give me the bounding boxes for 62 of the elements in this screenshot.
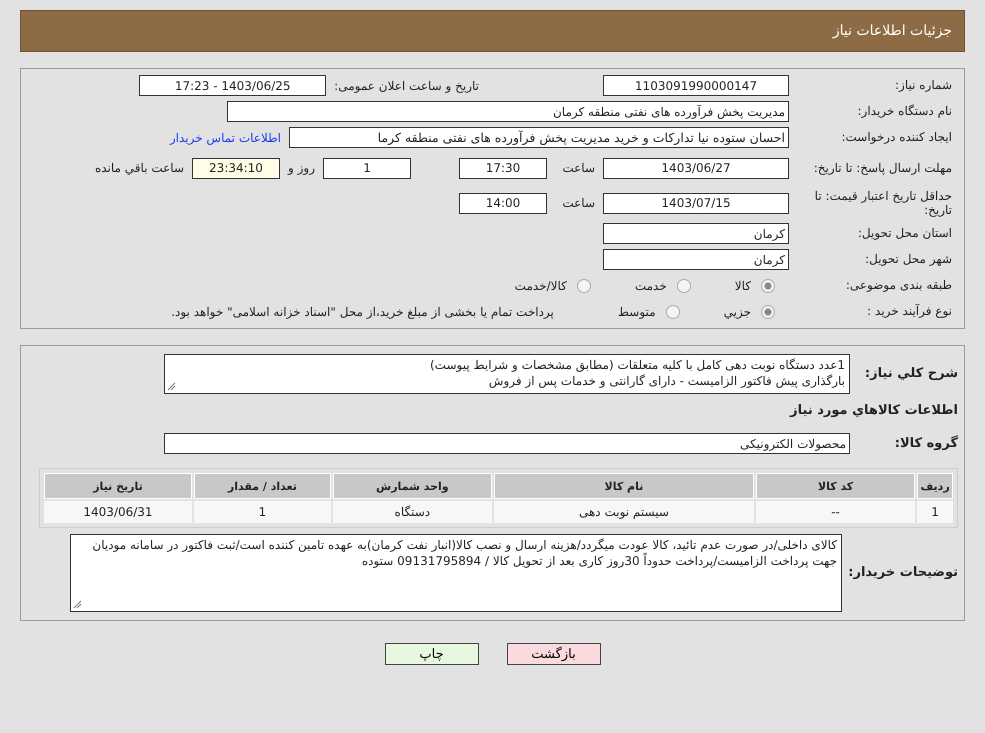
time-field[interactable]: 14:00 <box>459 192 547 214</box>
buyer-contact-link[interactable]: اطلاعات تماس خریدار <box>170 130 281 144</box>
days-field[interactable]: 1 <box>323 158 411 178</box>
radio-button[interactable] <box>676 278 691 292</box>
resize-grip-icon[interactable] <box>167 382 176 391</box>
buyer-field[interactable]: مدیریت پخش فرآورده های نفتی منطقه کرمان <box>227 101 789 122</box>
radio-label: کالا/خدمت <box>514 278 567 292</box>
field-label: گروه کالا: <box>894 436 958 452</box>
radio-button[interactable] <box>761 304 775 318</box>
table-cell: سیستم نوبت دهی <box>494 501 754 523</box>
field-label: توضیحات خریدار: <box>850 565 958 581</box>
section-heading: اطلاعات کالاهاي مورد نياز <box>790 403 958 418</box>
field-label: استان محل تحویل: <box>856 226 952 241</box>
field-label: شهر محل تحویل: <box>864 252 952 267</box>
column-header: ردیف <box>917 473 953 499</box>
need-number-field[interactable]: 1103091990000147 <box>603 75 789 96</box>
print-button[interactable]: چاپ <box>384 643 478 665</box>
city-field[interactable]: کرمان <box>603 249 789 270</box>
field-label: ساعت <box>561 196 595 210</box>
field-label: نوع فرآیند خرید : <box>866 304 952 319</box>
radio-label: متوسط <box>618 304 656 318</box>
radio-label: خدمت <box>634 278 667 292</box>
radio-label: کالا <box>734 278 751 292</box>
radio-button[interactable] <box>666 304 680 318</box>
field-label: شرح کلي نياز: <box>864 366 958 382</box>
field-label: طبقه بندی موضوعی: <box>844 278 952 293</box>
table-cell: 1403/06/31 <box>44 501 192 523</box>
field-label: حداقل تاریخ اعتبار قیمت: تا تاریخ: <box>814 188 952 218</box>
announce-date-field[interactable]: 1403/06/25 - 17:23 <box>139 75 326 96</box>
date-field[interactable]: 1403/06/27 <box>603 158 789 178</box>
payment-note: پرداخت تمام یا بخشی از مبلغ خرید،از محل "اسناد خزانه اسلامی" خواهد بود. <box>171 304 554 318</box>
text-area[interactable]: 1عدد دستگاه نوبت دهی کامل با کلیه متعلقات (مطابق مشخصات و شرایط پیوست) بارگذاری پیش فاکتور الزامیست - دارای گارانتی و خدمات پس از فروش <box>164 354 850 394</box>
table-cell: 1 <box>194 501 331 523</box>
table-cell: -- <box>756 501 916 523</box>
requester-field[interactable]: احسان ستوده نیا تدارکات و خرید مدیریت پخش فرآورده های نفتی منطقه کرما <box>289 127 789 148</box>
radio-button[interactable] <box>576 278 591 292</box>
field-label: تاریخ و ساعت اعلان عمومی: <box>334 78 479 92</box>
column-header: تاریخ نیاز <box>44 473 192 499</box>
column-header: تعداد / مقدار <box>194 473 331 499</box>
field-label: ساعت باقي مانده <box>94 161 184 175</box>
resize-grip-icon[interactable] <box>73 600 82 609</box>
time-field[interactable]: 17:30 <box>459 158 547 178</box>
radio-label: جزيي <box>724 304 751 318</box>
field-label: شماره نیاز: <box>894 78 952 93</box>
field-label: نام دستگاه خریدار: <box>856 104 952 119</box>
table-cell: دستگاه <box>332 501 492 523</box>
field-label: ایجاد کننده درخواست: <box>840 130 952 145</box>
province-field[interactable]: کرمان <box>603 223 789 244</box>
field-label: مهلت ارسال پاسخ: تا تاریخ: <box>812 160 952 176</box>
remaining-time-field[interactable]: 23:34:10 <box>192 158 280 178</box>
back-button[interactable]: بازگشت <box>506 643 600 665</box>
page-title: جزئیات اطلاعات نیاز <box>832 23 952 39</box>
date-field[interactable]: 1403/07/15 <box>603 192 789 214</box>
column-header: واحد شمارش <box>332 473 492 499</box>
goods-group-field[interactable]: محصولات الکترونیکی <box>164 433 850 454</box>
field-label: ساعت <box>561 161 595 175</box>
table-cell: 1 <box>917 501 953 523</box>
column-header: نام کالا <box>494 473 754 499</box>
column-header: کد کالا <box>756 473 916 499</box>
radio-button[interactable] <box>761 278 775 292</box>
field-label: روز و <box>288 161 315 175</box>
text-area[interactable]: کالای داخلی/در صورت عدم تائید، کالا عودت میگردد/هزینه ارسال و نصب کالا(انبار نفت کرمان)به عهده تامین کننده است/ثبت فاکتور در سامانه مودیان جهت پرداخت الزامیست/پرداخت حدوداً 30روز کاری بعد از تحویل کالا / 09131795894 ستوده <box>70 534 842 612</box>
